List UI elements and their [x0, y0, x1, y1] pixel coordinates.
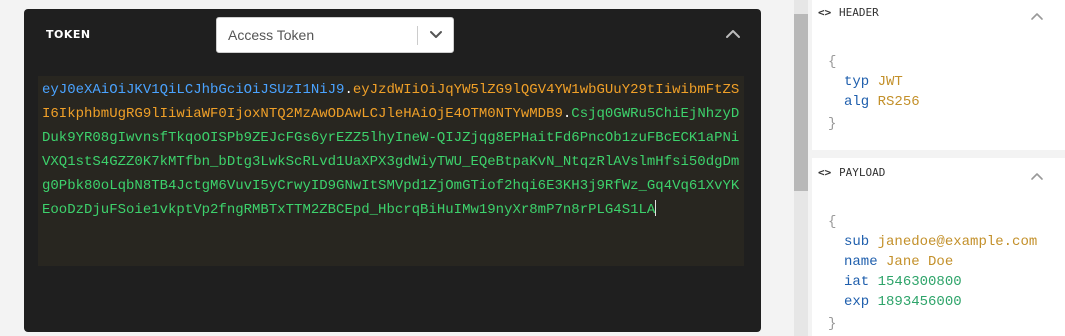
json-key: exp	[844, 294, 870, 310]
json-field: iat 1546300800	[844, 272, 962, 292]
json-key: name	[844, 254, 878, 270]
json-value: RS256	[877, 94, 920, 110]
json-value: JWT	[877, 74, 903, 90]
chevron-up-icon[interactable]	[724, 27, 742, 41]
header-section-title: HEADER	[839, 6, 879, 19]
token-type-select-value: Access Token	[228, 27, 315, 43]
token-type-select[interactable]: Access Token	[216, 17, 454, 53]
open-brace: {	[828, 214, 837, 230]
chevron-up-icon[interactable]	[1030, 8, 1044, 20]
text-cursor	[655, 200, 657, 216]
encoded-token-text[interactable]: eyJ0eXAiOiJKV1QiLCJhbGciOiJSUzI1NiJ9.eyJ…	[42, 78, 742, 222]
json-field: name Jane Doe	[844, 252, 953, 272]
select-divider	[417, 26, 418, 45]
token-header-segment: eyJ0eXAiOiJKV1QiLCJhbGciOiJSUzI1NiJ9	[42, 82, 345, 98]
payload-json: { sub janedoe@example.com name Jane Doe …	[812, 212, 1065, 336]
json-field: sub janedoe@example.com	[844, 232, 1037, 252]
header-json: { typ JWT alg RS256 }	[812, 52, 1065, 142]
json-key: sub	[844, 234, 870, 250]
header-section-head[interactable]: <> HEADER	[812, 0, 1065, 30]
json-field: typ JWT	[844, 72, 903, 92]
json-field: alg RS256	[844, 92, 920, 112]
editor-empty-area	[38, 266, 744, 332]
token-signature-segment: Csjq0GWRu5ChiEjNhzyDDuk9YR08gIwvnsfTkqoO…	[42, 106, 740, 218]
close-brace: }	[828, 116, 837, 132]
json-field: exp 1893456000	[844, 292, 962, 312]
json-value: janedoe@example.com	[877, 234, 1038, 250]
json-key: typ	[844, 74, 870, 90]
token-panel: TOKEN Access Token eyJ0eXAiOiJKV1QiLCJhb…	[24, 9, 761, 332]
decoded-panel: <> HEADER { typ JWT alg RS256 } <> PAYLO…	[812, 0, 1065, 336]
chevron-down-icon[interactable]	[425, 25, 447, 45]
section-divider	[812, 150, 1065, 158]
token-dot: .	[344, 82, 353, 98]
payload-section-title: PAYLOAD	[839, 166, 886, 179]
close-brace: }	[828, 316, 837, 332]
chevron-up-icon[interactable]	[1030, 168, 1044, 180]
payload-section-head[interactable]: <> PAYLOAD	[812, 160, 1065, 190]
open-brace: {	[828, 54, 837, 70]
code-icon: <>	[818, 166, 832, 179]
token-panel-header: TOKEN Access Token	[24, 9, 761, 65]
token-editor[interactable]: eyJ0eXAiOiJKV1QiLCJhbGciOiJSUzI1NiJ9.eyJ…	[38, 76, 744, 332]
json-key: iat	[844, 274, 870, 290]
scrollbar-track[interactable]	[794, 0, 808, 336]
scrollbar-thumb[interactable]	[794, 14, 808, 191]
token-panel-title: TOKEN	[46, 28, 91, 41]
code-icon: <>	[818, 6, 832, 19]
json-value: 1546300800	[877, 274, 962, 290]
json-value: Jane Doe	[886, 254, 954, 270]
json-key: alg	[844, 94, 870, 110]
json-value: 1893456000	[877, 294, 962, 310]
